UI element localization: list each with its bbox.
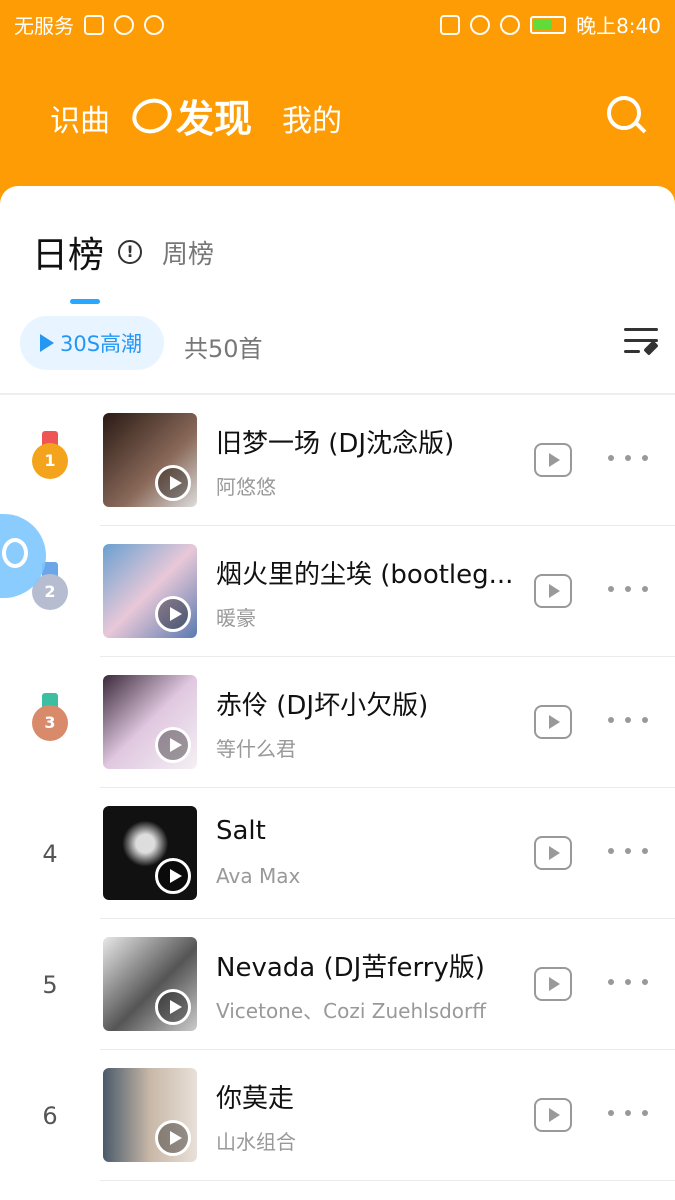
- mv-play-icon[interactable]: [534, 705, 572, 739]
- wifi-icon: [500, 14, 521, 35]
- gold-medal-icon: 1: [30, 430, 70, 491]
- hot-preview-button[interactable]: 30S高潮: [20, 316, 164, 370]
- cover-play-icon[interactable]: [155, 465, 191, 501]
- song-cover[interactable]: [103, 675, 197, 769]
- rank-badge: 3: [0, 657, 100, 788]
- song-title: Nevada (DJ苦ferry版): [216, 953, 485, 983]
- mv-play-icon[interactable]: [534, 836, 572, 870]
- discover-logo-icon: [127, 92, 177, 139]
- mv-play-icon[interactable]: [534, 967, 572, 1001]
- song-title: Salt: [216, 816, 266, 846]
- song-row[interactable]: 6 你莫走 山水组合: [42, 1050, 675, 1181]
- cover-play-icon[interactable]: [155, 989, 191, 1025]
- usb-icon: [114, 14, 134, 35]
- cover-play-icon[interactable]: [155, 1120, 191, 1156]
- carrier-text: 无服务: [14, 14, 74, 38]
- search-button[interactable]: [605, 94, 647, 134]
- song-list: 1 旧梦一场 (DJ沈念版) 阿悠悠 2 烟火里的尘埃 (bootleg... …: [0, 395, 675, 1181]
- music-note-icon: [2, 538, 28, 568]
- tab-mine[interactable]: 我的: [282, 96, 342, 140]
- more-icon[interactable]: [608, 1110, 648, 1120]
- song-title: 你莫走: [216, 1084, 295, 1114]
- tab-weekly[interactable]: 周榜: [162, 234, 214, 271]
- tab-discover-label: 发现: [176, 97, 253, 141]
- info-icon[interactable]: !: [118, 240, 143, 264]
- chart-card: 日榜 ! 周榜 30S高潮 共50首 1 旧梦一场 (DJ沈念版) 阿悠悠 2 …: [0, 186, 675, 1200]
- song-artist[interactable]: 暖豪: [216, 602, 516, 631]
- more-icon[interactable]: [608, 979, 648, 989]
- song-cover[interactable]: [103, 1068, 197, 1162]
- rank-number: 4: [42, 839, 58, 868]
- more-icon[interactable]: [608, 717, 648, 727]
- battery-icon: [530, 15, 567, 34]
- song-title: 烟火里的尘埃 (bootleg...: [216, 560, 514, 590]
- song-row[interactable]: 3 赤伶 (DJ坏小欠版) 等什么君: [32, 657, 675, 788]
- rank-number: 5: [42, 970, 58, 999]
- eye-icon: [470, 14, 491, 35]
- cover-play-icon[interactable]: [155, 596, 191, 632]
- app-notification-icon: [84, 14, 104, 35]
- song-artist[interactable]: 等什么君: [216, 733, 516, 762]
- song-cover[interactable]: [103, 544, 197, 638]
- status-bar: 无服务 晚上8:40: [0, 0, 675, 48]
- mv-play-icon[interactable]: [534, 574, 572, 608]
- vibrate-icon: [440, 14, 461, 35]
- rank-number: 6: [42, 1101, 58, 1130]
- song-row[interactable]: 2 烟火里的尘埃 (bootleg... 暖豪: [32, 526, 675, 657]
- cover-play-icon[interactable]: [155, 858, 191, 894]
- song-title: 赤伶 (DJ坏小欠版): [216, 691, 429, 721]
- more-icon[interactable]: [608, 848, 648, 858]
- top-nav: 识曲 发现 我的: [0, 78, 675, 150]
- bronze-medal-icon: 3: [30, 692, 70, 753]
- more-icon[interactable]: [608, 455, 648, 465]
- song-count: 共50首: [184, 335, 263, 363]
- mv-play-icon[interactable]: [534, 1098, 572, 1132]
- more-icon[interactable]: [608, 586, 648, 596]
- song-title: 旧梦一场 (DJ沈念版): [216, 429, 455, 459]
- song-cover[interactable]: [103, 806, 197, 900]
- alarm-icon: [144, 14, 164, 35]
- tab-daily[interactable]: 日榜: [32, 226, 104, 304]
- song-artist[interactable]: Vicetone、Cozi Zuehlsdorff: [216, 995, 516, 1024]
- play-icon: [40, 334, 54, 352]
- song-cover[interactable]: [103, 413, 197, 507]
- filter-row: 30S高潮 共50首: [20, 316, 660, 372]
- chart-tabs: 日榜 ! 周榜: [32, 222, 214, 304]
- song-row[interactable]: 5 Nevada (DJ苦ferry版) Vicetone、Cozi Zuehl…: [42, 919, 675, 1050]
- song-row[interactable]: 1 旧梦一场 (DJ沈念版) 阿悠悠: [32, 395, 675, 526]
- clock-text: 晚上8:40: [576, 14, 661, 38]
- song-row[interactable]: 4 Salt Ava Max: [42, 788, 675, 919]
- batch-select-icon[interactable]: [624, 324, 660, 360]
- song-artist[interactable]: Ava Max: [216, 864, 516, 888]
- mv-play-icon[interactable]: [534, 443, 572, 477]
- song-artist[interactable]: 山水组合: [216, 1126, 516, 1155]
- hot-preview-label: 30S高潮: [60, 332, 143, 356]
- cover-play-icon[interactable]: [155, 727, 191, 763]
- song-cover[interactable]: [103, 937, 197, 1031]
- song-artist[interactable]: 阿悠悠: [216, 471, 516, 500]
- rank-badge: 1: [0, 395, 100, 526]
- tab-recognize[interactable]: 识曲: [50, 96, 110, 140]
- tab-discover[interactable]: 发现: [127, 88, 253, 143]
